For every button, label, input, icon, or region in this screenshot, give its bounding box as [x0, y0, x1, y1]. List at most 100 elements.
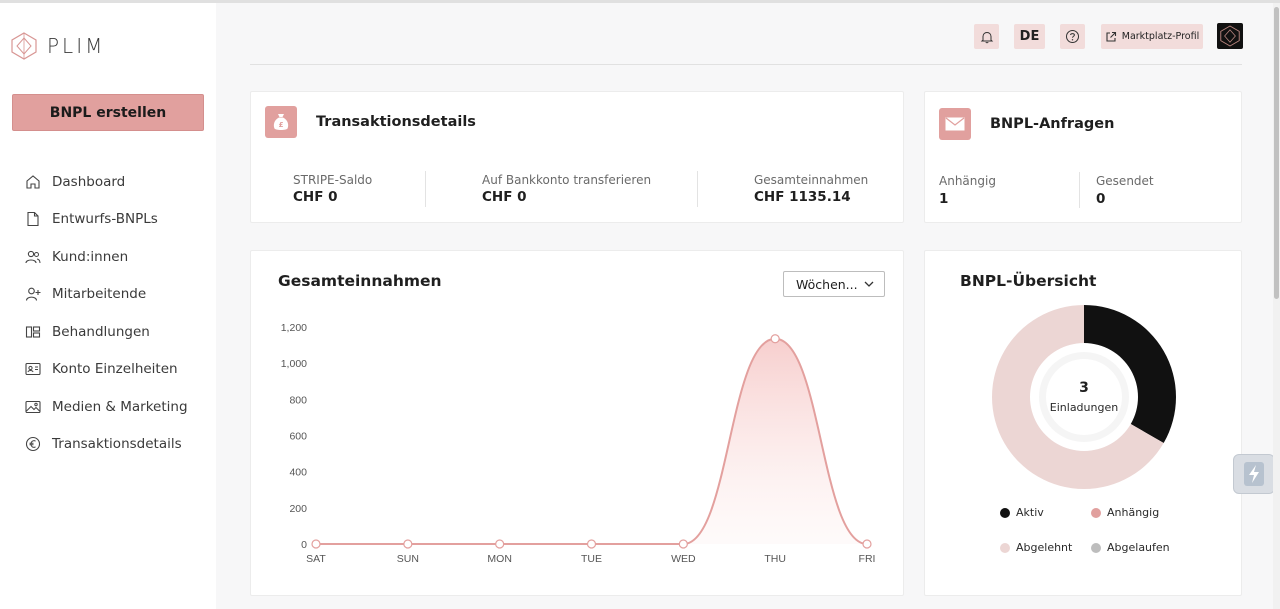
legend-label: Anhängig [1107, 506, 1160, 519]
total-revenue-label: Gesamteinnahmen [754, 173, 869, 187]
lightning-icon [1244, 462, 1264, 486]
legend-item-pending: Anhängig [1091, 506, 1159, 519]
y-tick-label: 400 [289, 467, 307, 479]
notifications-button[interactable] [974, 24, 999, 49]
x-tick-label: WED [671, 553, 696, 565]
sidebar-item-draft-bnpls[interactable]: Entwurfs-BNPLs [0, 201, 216, 239]
data-point[interactable] [495, 539, 505, 549]
legend-label: Abgelaufen [1107, 541, 1170, 554]
create-bnpl-button[interactable]: BNPL erstellen [12, 94, 204, 131]
bank-transfer-label: Auf Bankkonto transferieren [482, 173, 652, 187]
legend-item-expired: Abgelaufen [1091, 541, 1170, 554]
sidebar-item-label: Transaktionsdetails [52, 436, 182, 453]
y-tick-label: 0 [301, 539, 307, 551]
divider [425, 171, 426, 207]
marketplace-profile-button[interactable]: Marktplatz-Profil [1101, 24, 1203, 49]
revenue-chart-card: Gesamteinnahmen Wöchen... 0 200 400 600 800 1… [250, 250, 904, 596]
card-icon-box: £ [265, 106, 297, 138]
id-card-icon [25, 363, 41, 376]
bnpl-overview-card: BNPL-Übersicht 3 Einladungen Aktiv Anhän… [924, 250, 1242, 596]
bnpl-requests-title: BNPL-Anfragen [990, 116, 1115, 132]
file-icon [27, 212, 39, 227]
donut-center-value: 3 [1079, 380, 1089, 396]
brand-logo[interactable]: PLIM [11, 32, 105, 60]
x-tick-label: SAT [306, 553, 326, 565]
bell-icon [980, 31, 993, 43]
marketplace-label: Marktplatz-Profil [1121, 31, 1200, 42]
data-point[interactable] [403, 539, 413, 549]
scrollbar-thumb[interactable] [1274, 7, 1279, 299]
euro-icon [25, 437, 41, 452]
sidebar-item-transactions[interactable]: Transaktionsdetails [0, 426, 216, 464]
user-plus-icon [25, 287, 41, 301]
avatar[interactable] [1217, 23, 1243, 49]
x-tick-label: THU [764, 553, 786, 565]
legend-dot [1000, 542, 1010, 553]
bnpl-donut-chart [992, 305, 1176, 489]
sidebar-item-label: Entwurfs-BNPLs [52, 211, 158, 228]
sent-label: Gesendet [1096, 174, 1154, 188]
external-link-icon [1106, 31, 1116, 42]
y-tick-label: 1,000 [281, 358, 307, 370]
sidebar-item-treatments[interactable]: Behandlungen [0, 313, 216, 351]
sidebar-item-label: Konto Einzelheiten [52, 361, 178, 378]
total-revenue-value: CHF 1135.14 [754, 189, 851, 205]
users-icon [25, 250, 41, 263]
floating-widget-button[interactable] [1233, 454, 1275, 494]
card-icon-box [939, 108, 971, 140]
legend-label: Aktiv [1016, 506, 1044, 519]
y-tick-label: 600 [289, 431, 307, 443]
legend-dot [1000, 507, 1010, 518]
treatment-icon [25, 326, 41, 338]
divider [697, 171, 698, 207]
transactions-title: Transaktionsdetails [316, 114, 476, 130]
donut-center-label: Einladungen [1049, 401, 1119, 414]
sidebar-item-dashboard[interactable]: Dashboard [0, 163, 216, 201]
help-button[interactable] [1060, 24, 1085, 49]
sidebar-item-label: Dashboard [52, 173, 126, 190]
logo-icon [11, 32, 37, 60]
legend-dot [1091, 507, 1101, 518]
legend-item-rejected: Abgelehnt [1000, 541, 1072, 554]
mail-icon [945, 117, 965, 131]
data-point[interactable] [678, 539, 688, 549]
x-tick-label: MON [487, 553, 512, 565]
sidebar-item-label: Kund:innen [52, 248, 129, 265]
image-icon [25, 400, 41, 413]
avatar-logo-icon [1220, 25, 1240, 47]
bank-transfer-value: CHF 0 [482, 189, 527, 205]
sidebar-item-media-marketing[interactable]: Medien & Marketing [0, 388, 216, 426]
x-tick-label: FRI [859, 553, 876, 565]
pending-label: Anhängig [939, 174, 996, 188]
sent-value: 0 [1096, 191, 1106, 207]
help-icon [1066, 30, 1079, 43]
sidebar-item-label: Medien & Marketing [52, 398, 188, 415]
page-scrollbar[interactable] [1273, 3, 1280, 609]
legend-item-active: Aktiv [1000, 506, 1044, 519]
y-tick-label: 200 [289, 503, 307, 515]
data-point[interactable] [586, 539, 597, 549]
revenue-area-chart: 0 200 400 600 800 1,000 1,200 SAT SUN MON TUE WED T… [281, 322, 876, 565]
data-point[interactable] [862, 539, 872, 549]
y-tick-label: 800 [289, 394, 307, 406]
x-tick-label: SUN [397, 553, 419, 565]
bnpl-requests-card: BNPL-Anfragen Anhängig 1 Gesendet 0 [924, 91, 1242, 223]
brand-name: PLIM [47, 34, 106, 58]
revenue-area [316, 338, 867, 544]
money-bag-icon: £ [273, 114, 289, 130]
home-icon [26, 175, 40, 189]
legend-dot [1091, 542, 1101, 553]
sidebar-item-account-details[interactable]: Konto Einzelheiten [0, 351, 216, 389]
top-header: DE Marktplatz-Profil [250, 3, 1243, 65]
sidebar-nav: Dashboard Entwurfs-BNPLs Kund:innen Mita… [0, 163, 216, 463]
sidebar-item-label: Mitarbeitende [52, 286, 147, 303]
y-tick-label: 1,200 [281, 322, 307, 334]
data-point[interactable] [311, 539, 321, 549]
data-point[interactable] [770, 334, 780, 344]
sidebar-item-staff[interactable]: Mitarbeitende [0, 276, 216, 314]
pending-value: 1 [939, 191, 949, 207]
sidebar: PLIM BNPL erstellen Dashboard Entwurfs-B… [0, 3, 216, 609]
language-switcher[interactable]: DE [1014, 24, 1045, 49]
sidebar-item-customers[interactable]: Kund:innen [0, 238, 216, 276]
divider [1079, 172, 1080, 208]
